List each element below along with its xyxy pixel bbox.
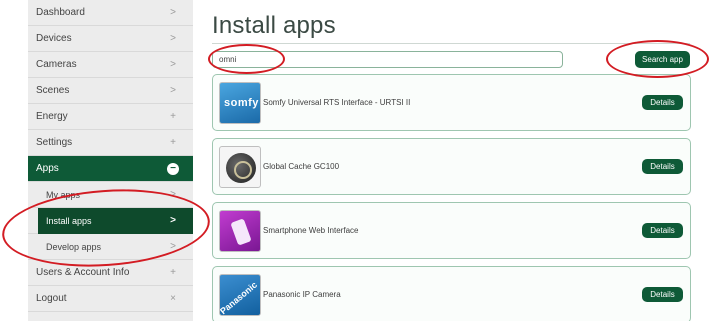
page-title: Install apps	[212, 12, 336, 39]
details-button[interactable]: Details	[642, 287, 683, 302]
sidebar-item-label: Install apps	[46, 215, 92, 226]
app-card-somfy: somfy Somfy Universal RTS Interface - UR…	[212, 74, 691, 131]
plus-icon: +	[170, 111, 176, 122]
sidebar-item-label: Cameras	[36, 59, 77, 70]
sidebar-subitem-my-apps[interactable]: My apps >	[28, 182, 193, 208]
sidebar-item-scenes[interactable]: Scenes >	[28, 78, 193, 104]
sidebar-subitem-highlight: Install apps >	[38, 207, 193, 234]
app-name: Somfy Universal RTS Interface - URTSI II	[263, 98, 411, 107]
sidebar-item-label: Devices	[36, 33, 72, 44]
search-app-button[interactable]: Search app	[635, 51, 690, 68]
details-button[interactable]: Details	[642, 159, 683, 174]
chevron-right-icon: >	[170, 7, 176, 18]
app-card-global-cache: Global Cache GC100 Details	[212, 138, 691, 195]
sidebar-item-logout[interactable]: Logout ×	[28, 286, 193, 312]
sidebar-item-label: Logout	[36, 293, 67, 304]
sidebar: Dashboard > Devices > Cameras > Scenes >…	[28, 0, 193, 321]
sidebar-item-label: Scenes	[36, 85, 70, 96]
app-name: Panasonic IP Camera	[263, 290, 341, 299]
details-button[interactable]: Details	[642, 95, 683, 110]
sidebar-item-label: Users & Account Info	[36, 267, 130, 278]
sidebar-item-label: My apps	[46, 189, 81, 200]
chevron-right-icon: >	[170, 59, 176, 70]
chevron-right-icon: >	[170, 33, 176, 44]
sidebar-subitem-install-apps[interactable]: Install apps >	[28, 207, 193, 234]
app-name: Global Cache GC100	[263, 162, 340, 171]
global-cache-logo-icon	[219, 145, 261, 188]
panasonic-logo-icon: Panasonic	[219, 273, 261, 316]
smartphone-icon	[219, 209, 261, 252]
sidebar-item-label: Settings	[36, 137, 73, 148]
somfy-logo-icon: somfy	[219, 81, 261, 124]
sidebar-item-label: Energy	[36, 111, 68, 122]
sidebar-subitem-develop-apps[interactable]: Develop apps >	[28, 234, 193, 260]
chevron-right-icon: >	[170, 241, 176, 252]
sidebar-item-users-account-info[interactable]: Users & Account Info +	[28, 260, 193, 286]
somfy-logo-text: somfy	[224, 96, 259, 109]
details-button[interactable]: Details	[642, 223, 683, 238]
sidebar-item-cameras[interactable]: Cameras >	[28, 52, 193, 78]
disc-icon	[226, 152, 256, 183]
app-card-smartphone-web: Smartphone Web Interface Details	[212, 202, 691, 259]
sidebar-item-apps[interactable]: Apps −	[28, 156, 193, 182]
sidebar-item-label: Dashboard	[36, 7, 85, 18]
chevron-right-icon: >	[170, 189, 176, 200]
plus-icon: +	[170, 137, 176, 148]
panasonic-logo-text: Panasonic	[219, 279, 259, 316]
plus-icon: +	[170, 267, 176, 278]
search-input[interactable]	[212, 51, 563, 68]
title-divider	[212, 43, 690, 44]
app-card-panasonic: Panasonic Panasonic IP Camera Details	[212, 266, 691, 321]
phone-shape	[230, 217, 252, 246]
sidebar-item-settings[interactable]: Settings +	[28, 130, 193, 156]
sidebar-item-label: Apps	[36, 163, 59, 174]
sidebar-item-devices[interactable]: Devices >	[28, 26, 193, 52]
minus-circle-icon: −	[167, 162, 179, 175]
close-icon: ×	[170, 293, 176, 304]
chevron-right-icon: >	[170, 85, 176, 96]
chevron-right-icon: >	[170, 215, 176, 226]
sidebar-item-energy[interactable]: Energy +	[28, 104, 193, 130]
sidebar-item-label: Develop apps	[46, 241, 102, 252]
app-name: Smartphone Web Interface	[263, 226, 359, 235]
sidebar-item-dashboard[interactable]: Dashboard >	[28, 0, 193, 26]
